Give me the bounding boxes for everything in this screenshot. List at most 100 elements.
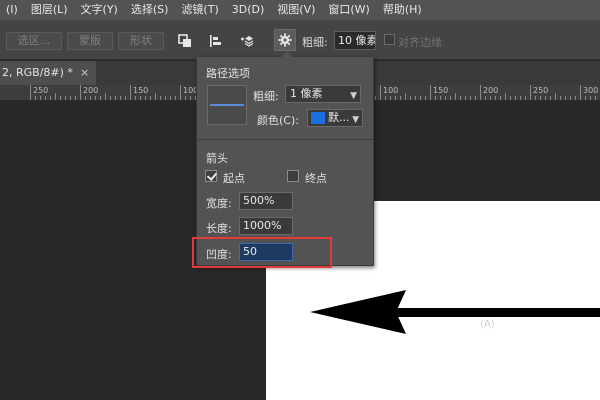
- ruler-minor-tick: [170, 96, 171, 100]
- ruler-minor-tick: [125, 96, 126, 100]
- ruler-minor-tick: [90, 96, 91, 100]
- ruler-minor-tick: [440, 96, 441, 100]
- ruler-minor-tick: [65, 96, 66, 100]
- options-bar: 选区... 蒙版 形状 粗细: 10 像素 对齐边缘: [0, 20, 600, 60]
- ruler-minor-tick: [70, 96, 71, 100]
- chevron-down-icon: ▼: [350, 91, 357, 101]
- weight-label: 粗细:: [302, 36, 328, 49]
- menu-item-select[interactable]: 选择(S): [125, 0, 176, 20]
- ruler-minor-tick: [375, 96, 376, 100]
- ruler-minor-tick: [595, 96, 596, 100]
- ruler-minor-tick: [435, 96, 436, 100]
- end-point-label: 终点: [305, 172, 327, 185]
- menu-item-window[interactable]: 窗口(W): [322, 0, 376, 20]
- menu-item-type[interactable]: 文字(Y): [75, 0, 125, 20]
- ruler-label: 250: [533, 86, 549, 95]
- ruler-minor-tick: [495, 96, 496, 100]
- panel-caret: [281, 51, 293, 57]
- highlight-box: [192, 237, 332, 268]
- ruler-minor-tick: [535, 96, 536, 100]
- ruler-minor-tick: [545, 96, 546, 100]
- ruler-minor-tick: [145, 96, 146, 100]
- ruler-minor-tick: [110, 96, 111, 100]
- ruler-minor-tick: [425, 96, 426, 100]
- weight-input[interactable]: 10 像素: [334, 31, 376, 50]
- ruler-minor-tick: [460, 96, 461, 100]
- ruler-minor-tick: [385, 96, 386, 100]
- ruler-minor-tick: [160, 96, 161, 100]
- path-arrangement-icon[interactable]: [237, 31, 257, 51]
- ruler-minor-tick: [560, 96, 561, 100]
- ruler-minor-tick: [85, 96, 86, 100]
- chevron-down-icon: ▼: [352, 115, 359, 125]
- document-tab[interactable]: 2, RGB/8#) * ×: [0, 61, 96, 85]
- panel-divider: [197, 139, 373, 140]
- ruler-label: 200: [483, 86, 499, 95]
- ruler-minor-tick: [100, 96, 101, 100]
- ruler-minor-tick: [475, 96, 476, 100]
- menu-item-layer[interactable]: 图层(L): [25, 0, 75, 20]
- ruler-major-tick: [530, 85, 531, 100]
- ruler-minor-tick: [550, 96, 551, 100]
- start-point-checkbox[interactable]: [205, 170, 217, 182]
- ruler-minor-tick: [555, 93, 556, 100]
- ruler-major-tick: [180, 85, 181, 100]
- ruler-minor-tick: [75, 96, 76, 100]
- ruler-minor-tick: [510, 96, 511, 100]
- path-alignment-icon[interactable]: [206, 31, 226, 51]
- arrow-length-input[interactable]: 1000%: [239, 217, 293, 235]
- ruler-label: 100: [383, 86, 399, 95]
- end-point-checkbox[interactable]: [287, 170, 299, 182]
- path-options-gear-icon[interactable]: [274, 29, 296, 51]
- ruler-minor-tick: [520, 96, 521, 100]
- ruler-minor-tick: [485, 96, 486, 100]
- menu-item-3d[interactable]: 3D(D): [226, 0, 272, 20]
- ruler-minor-tick: [165, 96, 166, 100]
- ruler-minor-tick: [390, 96, 391, 100]
- ruler-major-tick: [30, 85, 31, 100]
- ruler-minor-tick: [470, 96, 471, 100]
- menu-item-truncated[interactable]: (I): [0, 0, 25, 20]
- ruler-minor-tick: [185, 96, 186, 100]
- ruler-minor-tick: [575, 96, 576, 100]
- ruler-minor-tick: [590, 96, 591, 100]
- arrow-length-label: 长度:: [206, 222, 232, 235]
- ruler-major-tick: [580, 85, 581, 100]
- canvas-watermark-text: (A): [480, 319, 495, 330]
- ruler-major-tick: [130, 85, 131, 100]
- menu-item-view[interactable]: 视图(V): [271, 0, 322, 20]
- ruler-minor-tick: [445, 96, 446, 100]
- panel-color-select[interactable]: 默... ▼: [307, 109, 363, 127]
- document-tab-title: 2, RGB/8#) *: [2, 66, 73, 79]
- menu-item-filter[interactable]: 滤镜(T): [175, 0, 225, 20]
- align-edges-checkbox[interactable]: [384, 34, 395, 45]
- shape-button[interactable]: 形状: [118, 32, 164, 50]
- menu-bar: (I) 图层(L) 文字(Y) 选择(S) 滤镜(T) 3D(D) 视图(V) …: [0, 0, 600, 20]
- stroke-preview: [207, 85, 247, 125]
- path-operations-icon[interactable]: [175, 31, 195, 51]
- panel-weight-value: 1 像素: [290, 87, 323, 100]
- close-tab-icon[interactable]: ×: [80, 61, 89, 85]
- arrow-width-input[interactable]: 500%: [239, 192, 293, 210]
- mask-button[interactable]: 蒙版: [67, 32, 113, 50]
- selection-button[interactable]: 选区...: [6, 32, 62, 50]
- menu-item-help[interactable]: 帮助(H): [377, 0, 429, 20]
- ruler-minor-tick: [35, 96, 36, 100]
- ruler-minor-tick: [140, 96, 141, 100]
- ruler-label: 150: [433, 86, 449, 95]
- color-swatch: [311, 112, 325, 124]
- arrow-width-label: 宽度:: [206, 197, 232, 210]
- ruler-minor-tick: [400, 96, 401, 100]
- ruler-minor-tick: [450, 96, 451, 100]
- ruler-minor-tick: [40, 96, 41, 100]
- ruler-minor-tick: [115, 96, 116, 100]
- ruler-minor-tick: [105, 93, 106, 100]
- ruler-minor-tick: [585, 96, 586, 100]
- ruler-minor-tick: [525, 96, 526, 100]
- ruler-minor-tick: [465, 96, 466, 100]
- ruler-minor-tick: [500, 96, 501, 100]
- panel-weight-select[interactable]: 1 像素 ▼: [285, 85, 361, 103]
- ruler-minor-tick: [505, 93, 506, 100]
- ruler-label: 250: [33, 86, 49, 95]
- ruler-label: 200: [83, 86, 99, 95]
